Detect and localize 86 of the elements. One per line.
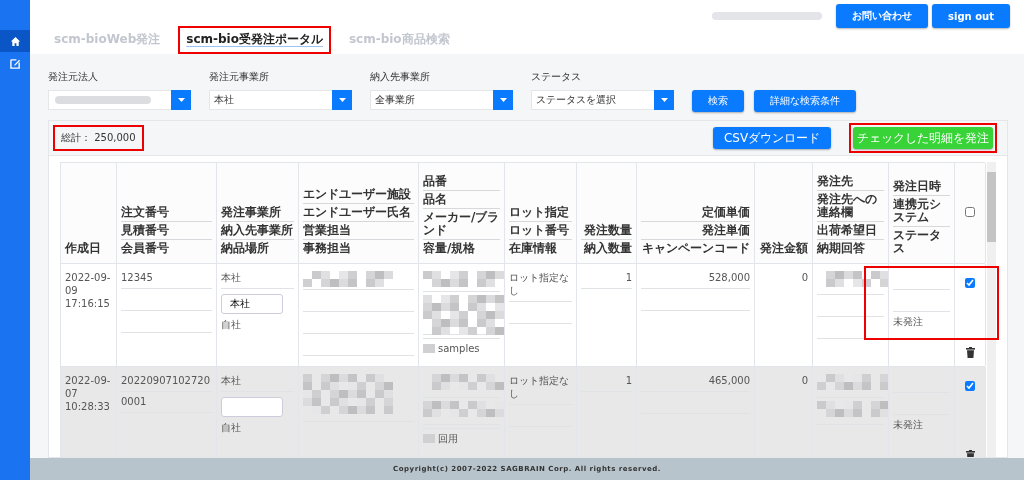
table-cell: 本社: [221, 271, 294, 289]
total-amount: 総計： 250,000: [53, 125, 144, 151]
table-cell: 回用: [438, 432, 458, 445]
row-checkbox[interactable]: [965, 278, 975, 288]
column-header: キャンペーンコード: [641, 240, 750, 257]
table-cell: 1: [581, 271, 632, 289]
table-cell-text: 未発注: [893, 315, 924, 329]
table-cell: ロット指定なし: [509, 271, 572, 302]
redacted-block: [423, 434, 435, 443]
table-cell: 465,000: [641, 374, 750, 392]
column-header: 納期回答: [817, 240, 866, 257]
table-cell: samples: [438, 342, 480, 355]
column-header: 在庫情報: [509, 240, 558, 257]
column-header: 発注単価: [641, 222, 750, 240]
trash-icon[interactable]: [965, 450, 975, 457]
column-header: 納入数量: [583, 240, 632, 257]
column-header: 納品場所: [221, 240, 270, 257]
search-button[interactable]: 詳細な検索条件: [754, 90, 856, 112]
column-header: ステータス: [893, 227, 942, 257]
column-header: 発注先への連絡欄: [817, 191, 884, 222]
dropdown-field[interactable]: [48, 90, 191, 110]
caret-icon: [177, 98, 185, 102]
column-header: 発注事業所: [221, 204, 294, 222]
table-cell: 12345: [121, 271, 212, 289]
table-cell-text: 0: [800, 374, 808, 388]
table-cell: 本社: [221, 374, 294, 392]
input-field[interactable]: [221, 397, 283, 417]
filter-label: 発注元法人: [48, 70, 99, 84]
input-field[interactable]: 本社: [221, 294, 283, 314]
table-cell: 20220907102720: [121, 374, 212, 392]
table-cell-text: 2022-09- 09 17:16:15: [65, 271, 112, 311]
column-header: 作成日: [65, 240, 102, 257]
column-header: 定価単価: [641, 204, 750, 222]
column-header: 発注先: [817, 173, 884, 191]
column-header: ロット指定: [509, 204, 572, 222]
column-header: 連携元システム: [893, 196, 950, 227]
action-button[interactable]: CSVダウンロード: [713, 127, 831, 149]
scrollbar-thumb[interactable]: [987, 172, 996, 242]
table-cell-text: 自社: [221, 421, 242, 435]
column-header: 容量/規格: [423, 240, 477, 257]
column-header: 営業担当: [303, 222, 414, 240]
column-header: 見積番号: [121, 222, 212, 240]
column-header: 発注金額: [759, 240, 808, 257]
trash-icon[interactable]: [965, 347, 975, 358]
column-header: 注文番号: [121, 204, 212, 222]
column-header: 品番: [423, 173, 500, 191]
edit-icon: [9, 57, 21, 69]
table-cell-text: 2022-09- 07 10:28:33: [65, 374, 112, 414]
column-header: 会員番号: [121, 240, 170, 257]
table-cell-text: 未発注: [893, 418, 924, 432]
column-header: 事務担当: [303, 240, 352, 257]
table-cell: ロット指定なし: [509, 374, 572, 405]
table-cell: 528,000: [641, 271, 750, 289]
filter-label: ステータス: [531, 70, 582, 84]
table-cell-text: 0: [800, 271, 808, 285]
header-button[interactable]: sign out: [932, 4, 1010, 28]
table-cell: 0001: [121, 395, 212, 413]
column-header: 発注数量: [581, 222, 632, 240]
filter-label: 納入先事業所: [370, 70, 431, 84]
column-header: 品名: [423, 191, 500, 209]
caret-icon: [338, 98, 346, 102]
dropdown-field[interactable]: 本社: [209, 90, 352, 110]
filter-label: 発注元事業所: [209, 70, 270, 84]
caret-icon: [499, 98, 507, 102]
column-header: ロット番号: [509, 222, 572, 240]
caret-icon: [660, 98, 668, 102]
home-icon: [9, 35, 21, 47]
tab[interactable]: scm-bio受発注ポータル: [178, 26, 331, 54]
column-header: 納入先事業所: [221, 222, 294, 240]
column-header: エンドユーザー施設: [303, 186, 414, 204]
column-header: 出荷希望日: [817, 222, 884, 240]
scrollbar[interactable]: [987, 162, 996, 457]
select-all-checkbox[interactable]: [965, 207, 975, 217]
dropdown-field[interactable]: 全事業所: [370, 90, 513, 110]
row-checkbox[interactable]: [965, 381, 975, 391]
column-header: エンドユーザー氏名: [303, 204, 414, 222]
search-button[interactable]: 検索: [692, 90, 744, 112]
redacted-block: [423, 344, 435, 353]
column-header: メーカー/ブランド: [423, 209, 500, 240]
sidebar-item[interactable]: [0, 30, 30, 52]
table-cell: 1: [581, 374, 632, 392]
column-header: 発注日時: [893, 178, 950, 196]
header-button[interactable]: お問い合わせ: [836, 4, 929, 28]
table-cell-text: 自社: [221, 318, 242, 332]
dropdown-field[interactable]: ステータスを選択: [531, 90, 674, 110]
action-button[interactable]: チェックした明細を発注: [853, 127, 993, 149]
